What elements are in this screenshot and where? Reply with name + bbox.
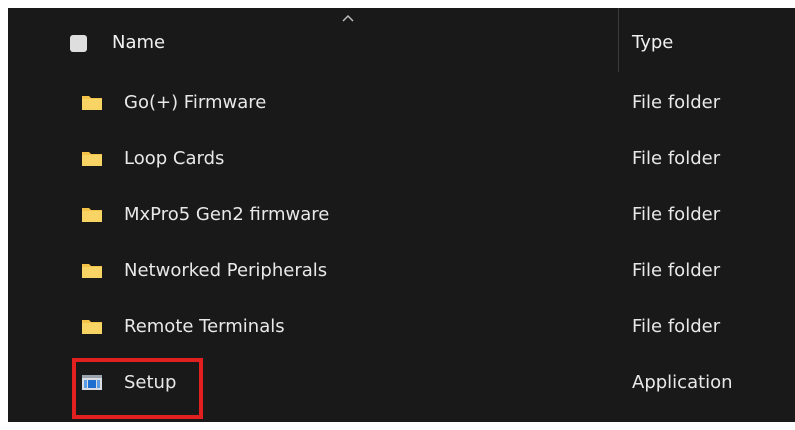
file-name: Loop Cards xyxy=(124,148,225,169)
file-type: File folder xyxy=(632,260,721,281)
file-type: File folder xyxy=(632,204,721,225)
application-icon xyxy=(82,375,102,390)
file-name: Remote Terminals xyxy=(124,316,285,337)
file-row-loop-cards[interactable]: Loop Cards File folder xyxy=(8,131,795,187)
file-name: Setup xyxy=(124,372,177,393)
file-name: Networked Peripherals xyxy=(124,260,328,281)
select-all-checkbox[interactable] xyxy=(70,35,87,52)
chevron-up-icon[interactable] xyxy=(342,14,354,22)
column-header-name[interactable]: Name xyxy=(112,28,165,58)
file-row-networked-peripherals[interactable]: Networked Peripherals File folder xyxy=(8,243,795,299)
folder-icon xyxy=(82,96,102,110)
column-header-type[interactable]: Type xyxy=(632,28,673,58)
file-rows: Go(+) Firmware File folder Loop Cards Fi… xyxy=(8,75,795,411)
folder-icon xyxy=(82,208,102,222)
file-row-remote-terminals[interactable]: Remote Terminals File folder xyxy=(8,299,795,355)
file-name: Go(+) Firmware xyxy=(124,92,267,113)
folder-icon xyxy=(82,264,102,278)
folder-icon xyxy=(82,152,102,166)
file-row-setup[interactable]: Setup Application xyxy=(8,355,795,411)
file-type: File folder xyxy=(632,92,721,113)
file-type: Application xyxy=(632,372,733,393)
file-name: MxPro5 Gen2 firmware xyxy=(124,204,330,225)
column-header-row: Name Type xyxy=(8,8,795,72)
folder-icon xyxy=(82,320,102,334)
file-row-mxpro5-gen2-firmware[interactable]: MxPro5 Gen2 firmware File folder xyxy=(8,187,795,243)
file-type: File folder xyxy=(632,148,721,169)
file-type: File folder xyxy=(632,316,721,337)
column-divider[interactable] xyxy=(618,8,619,72)
file-list-panel: Name Type Go(+) Firmware File folder Loo… xyxy=(8,8,795,422)
file-row-go-firmware[interactable]: Go(+) Firmware File folder xyxy=(8,75,795,131)
